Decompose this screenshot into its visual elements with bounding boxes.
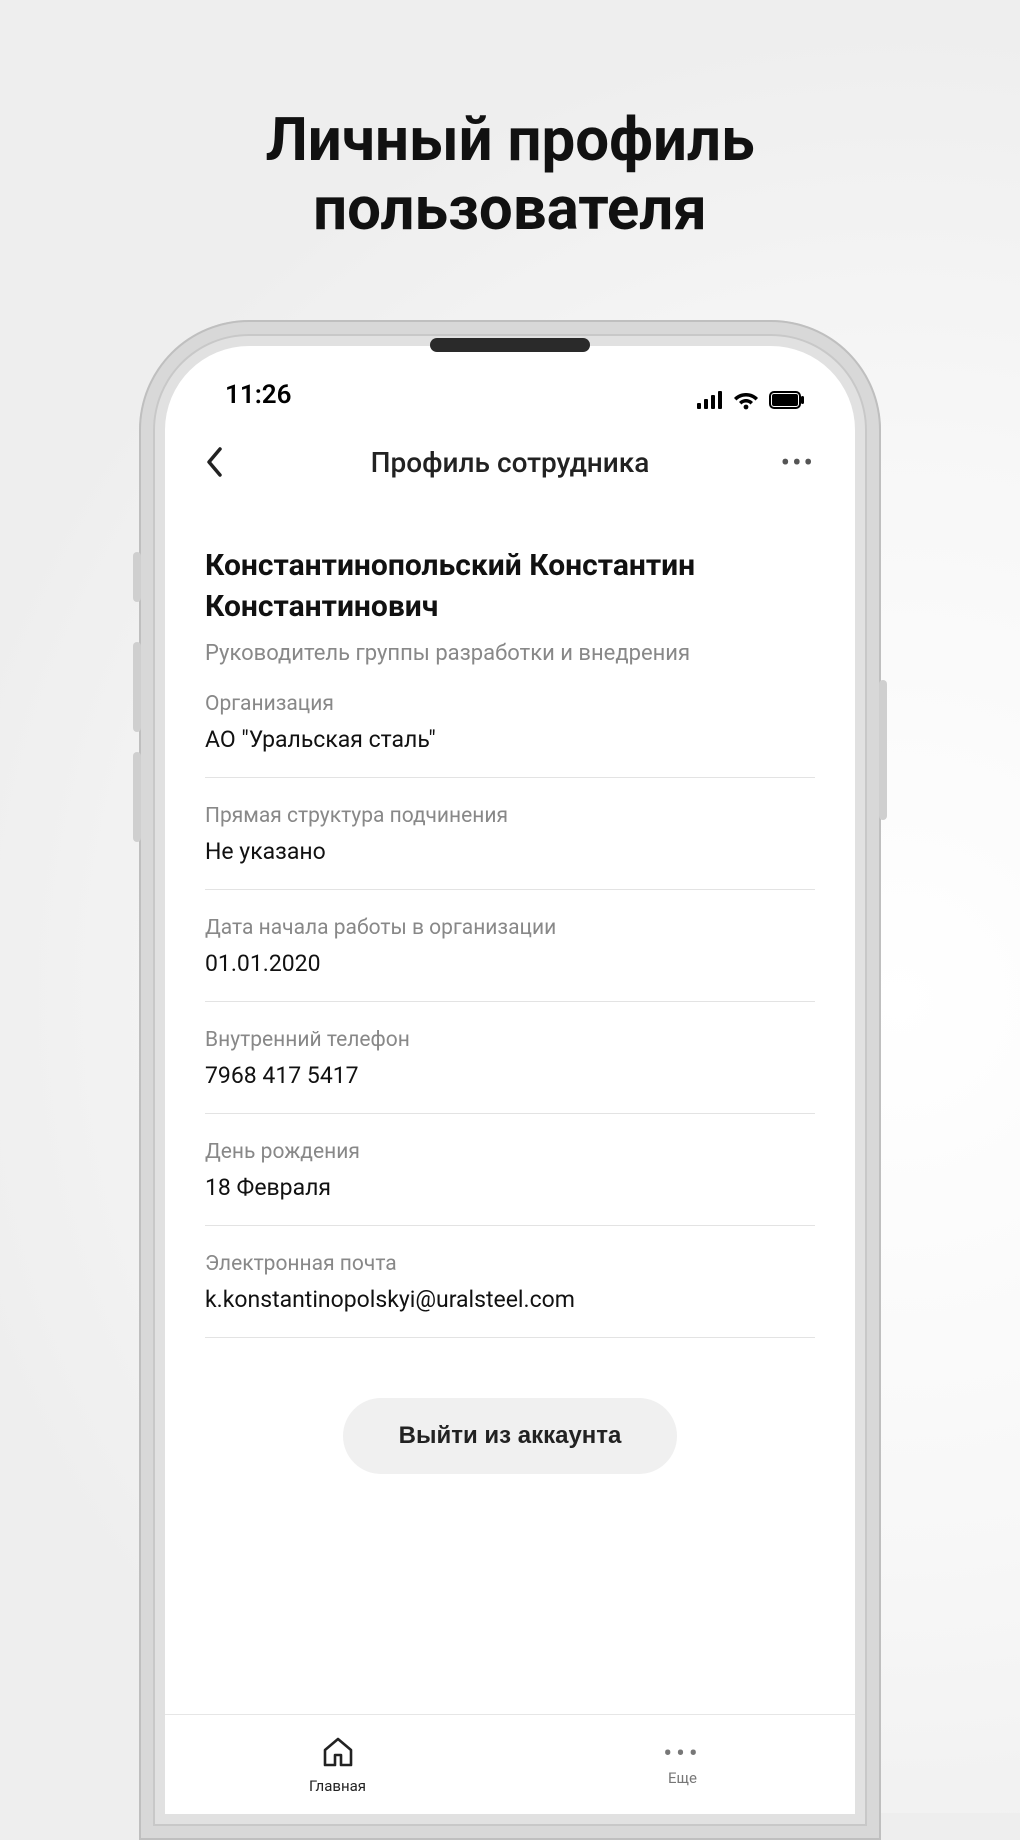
tab-home[interactable]: Главная	[165, 1715, 510, 1814]
chevron-left-icon	[205, 447, 223, 477]
logout-button[interactable]: Выйти из аккаунта	[343, 1398, 678, 1474]
nav-title: Профиль сотрудника	[245, 446, 775, 479]
tab-label: Главная	[309, 1777, 366, 1795]
tab-more[interactable]: ••• Еще	[510, 1715, 855, 1814]
field-value: 7968 417 5417	[205, 1062, 815, 1089]
field-value: 18 Февраля	[205, 1174, 815, 1201]
status-time: 11:26	[225, 380, 292, 410]
field-value: АО "Уральская сталь"	[205, 726, 815, 753]
field-label: Дата начала работы в организации	[205, 916, 815, 940]
more-button[interactable]: •••	[775, 446, 815, 479]
phone-side-button	[133, 752, 141, 842]
status-bar: 11:26	[165, 346, 855, 416]
more-icon: •••	[663, 1743, 701, 1765]
more-icon: •••	[781, 446, 815, 479]
field-label: Прямая структура подчинения	[205, 804, 815, 828]
field-value: k.konstantinopolskyi@uralsteel.com	[205, 1286, 815, 1313]
field-label: День рождения	[205, 1140, 815, 1164]
profile-name: Константинопольский Константин Константи…	[205, 546, 815, 627]
battery-icon	[769, 391, 805, 409]
field-label: Организация	[205, 692, 815, 716]
field-label: Внутренний телефон	[205, 1028, 815, 1052]
phone-side-button	[879, 680, 887, 820]
phone-screen: 11:26	[165, 346, 855, 1814]
wifi-icon	[733, 390, 759, 410]
field-value: 01.01.2020	[205, 950, 815, 977]
field-email: Электронная почта k.konstantinopolskyi@u…	[205, 1226, 815, 1338]
profile-content: Константинопольский Константин Константи…	[165, 508, 855, 1714]
field-birthday: День рождения 18 Февраля	[205, 1114, 815, 1226]
field-internal-phone: Внутренний телефон 7968 417 5417	[205, 1002, 815, 1114]
tab-bar: Главная ••• Еще	[165, 1714, 855, 1814]
page-heading-line1: Личный профиль	[265, 104, 754, 175]
field-label: Электронная почта	[205, 1252, 815, 1276]
nav-bar: Профиль сотрудника •••	[165, 416, 855, 508]
field-value: Не указано	[205, 838, 815, 865]
field-structure: Прямая структура подчинения Не указано	[205, 778, 815, 890]
tab-label: Еще	[668, 1769, 697, 1787]
back-button[interactable]	[205, 447, 245, 477]
phone-side-button	[133, 552, 141, 602]
home-icon	[321, 1735, 355, 1773]
cellular-icon	[697, 391, 723, 409]
phone-side-button	[133, 642, 141, 732]
page-heading-line2: пользователя	[313, 173, 707, 244]
page-heading: Личный профиль пользователя	[0, 0, 1020, 243]
field-start-date: Дата начала работы в организации 01.01.2…	[205, 890, 815, 1002]
phone-frame: 11:26	[139, 320, 881, 1840]
profile-role: Руководитель группы разработки и внедрен…	[205, 641, 815, 666]
phone-notch	[430, 338, 590, 352]
field-organization: Организация АО "Уральская сталь"	[205, 666, 815, 778]
